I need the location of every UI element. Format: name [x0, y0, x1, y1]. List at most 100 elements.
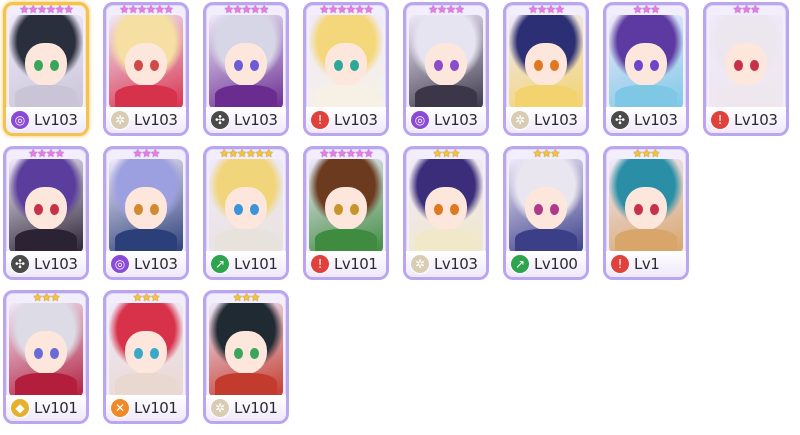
character-card[interactable]: ★★★! Lv1 — [603, 146, 689, 280]
character-portrait — [9, 15, 83, 109]
flower-element-icon: ✲ — [510, 110, 530, 130]
portrait-face — [225, 43, 267, 87]
card-footer: ! Lv103 — [306, 107, 386, 133]
card-footer: ✕ Lv101 — [106, 395, 186, 421]
rarity-stars: ★★★ — [632, 3, 661, 16]
level-label: Lv103 — [234, 111, 278, 129]
pinwheel-element-icon: ✣ — [210, 110, 230, 130]
portrait-outfit — [14, 84, 78, 109]
level-label: Lv103 — [134, 111, 178, 129]
rarity-stars: ★★★★★★ — [119, 3, 173, 16]
portrait-outfit — [214, 228, 278, 253]
level-label: Lv100 — [534, 255, 578, 273]
rarity-stars: ★★★★★★ — [319, 147, 373, 160]
portrait-face — [525, 187, 567, 231]
character-card[interactable]: ★★★ ✲ Lv101 — [203, 290, 289, 424]
portrait-face — [125, 43, 167, 87]
character-card[interactable]: ★★★★ ◎ Lv103 — [403, 2, 489, 136]
portrait-outfit — [114, 372, 178, 397]
portrait-outfit — [14, 228, 78, 253]
rarity-stars: ★★★★★★ — [319, 3, 373, 16]
portrait-face — [225, 331, 267, 375]
portrait-face — [225, 187, 267, 231]
character-card[interactable]: ★★★! Lv103 — [703, 2, 789, 136]
arrow-element-icon: ↗ — [510, 254, 530, 274]
rarity-stars: ★★★ — [732, 3, 761, 16]
level-label: Lv103 — [634, 111, 678, 129]
character-portrait — [409, 15, 483, 109]
portrait-face — [525, 43, 567, 87]
portrait-face — [25, 187, 67, 231]
character-card[interactable]: ★★★★★★! Lv103 — [303, 2, 389, 136]
portrait-face — [725, 43, 767, 87]
card-footer: ↗ Lv100 — [506, 251, 586, 277]
rarity-stars: ★★★ — [632, 147, 661, 160]
level-label: Lv103 — [534, 111, 578, 129]
character-card[interactable]: ★★★ ✕ Lv101 — [103, 290, 189, 424]
spiral-element-icon: ◎ — [110, 254, 130, 274]
sword-element-icon: ! — [310, 254, 330, 274]
portrait-outfit — [714, 84, 778, 109]
portrait-face — [425, 187, 467, 231]
portrait-outfit — [314, 84, 378, 109]
character-portrait — [309, 15, 383, 109]
character-card[interactable]: ★★★★★★ ✲ Lv103 — [103, 2, 189, 136]
sword-element-icon: ! — [310, 110, 330, 130]
character-card[interactable]: ★★★★ ✣ Lv103 — [3, 146, 89, 280]
card-footer: ✲ Lv101 — [206, 395, 286, 421]
character-card[interactable]: ★★★★★ ✣ Lv103 — [203, 2, 289, 136]
portrait-face — [125, 331, 167, 375]
level-label: Lv103 — [334, 111, 378, 129]
rarity-stars: ★★★ — [32, 291, 61, 304]
character-portrait — [109, 15, 183, 109]
portrait-face — [425, 43, 467, 87]
level-label: Lv101 — [134, 399, 178, 417]
portrait-face — [625, 187, 667, 231]
level-label: Lv101 — [234, 399, 278, 417]
character-portrait — [9, 159, 83, 253]
rarity-stars: ★★★ — [132, 147, 161, 160]
character-portrait — [209, 303, 283, 397]
character-card[interactable]: ★★★ ◎ Lv103 — [103, 146, 189, 280]
character-card[interactable]: ★★★ ✣ Lv103 — [603, 2, 689, 136]
character-card[interactable]: ★★★ ◆ Lv101 — [3, 290, 89, 424]
pinwheel-element-icon: ✣ — [610, 110, 630, 130]
card-footer: ✲ Lv103 — [406, 251, 486, 277]
portrait-outfit — [314, 228, 378, 253]
level-label: Lv103 — [134, 255, 178, 273]
character-card[interactable]: ★★★★★★ ◎ Lv103 — [3, 2, 89, 136]
card-footer: ◎ Lv103 — [106, 251, 186, 277]
level-label: Lv103 — [434, 111, 478, 129]
rarity-stars: ★★★★★★ — [19, 3, 73, 16]
portrait-face — [325, 187, 367, 231]
spiral-element-icon: ◎ — [10, 110, 30, 130]
character-card[interactable]: ★★★★★★ ! Lv101 — [303, 146, 389, 280]
flower-element-icon: ✲ — [210, 398, 230, 418]
portrait-outfit — [214, 84, 278, 109]
portrait-face — [625, 43, 667, 87]
level-label: Lv103 — [434, 255, 478, 273]
character-card[interactable]: ★★★★★★ ↗ Lv101 — [203, 146, 289, 280]
character-portrait — [309, 159, 383, 253]
character-portrait — [109, 303, 183, 397]
portrait-outfit — [514, 228, 578, 253]
rarity-stars: ★★★★ — [28, 147, 64, 160]
portrait-outfit — [114, 228, 178, 253]
level-label: Lv103 — [734, 111, 778, 129]
portrait-outfit — [414, 84, 478, 109]
card-footer: ✣ Lv103 — [6, 251, 86, 277]
character-portrait — [609, 15, 683, 109]
level-label: Lv101 — [234, 255, 278, 273]
card-footer: ! Lv101 — [306, 251, 386, 277]
character-card[interactable]: ★★★ ↗ Lv100 — [503, 146, 589, 280]
rarity-stars: ★★★★ — [428, 3, 464, 16]
character-portrait — [509, 15, 583, 109]
portrait-outfit — [614, 228, 678, 253]
bow-element-icon: ✕ — [110, 398, 130, 418]
card-footer: ◎ Lv103 — [406, 107, 486, 133]
sword-element-icon: ! — [610, 254, 630, 274]
card-footer: ◎ Lv103 — [6, 107, 86, 133]
character-card[interactable]: ★★★ ✲ Lv103 — [403, 146, 489, 280]
character-card[interactable]: ★★★★ ✲ Lv103 — [503, 2, 589, 136]
portrait-outfit — [114, 84, 178, 109]
